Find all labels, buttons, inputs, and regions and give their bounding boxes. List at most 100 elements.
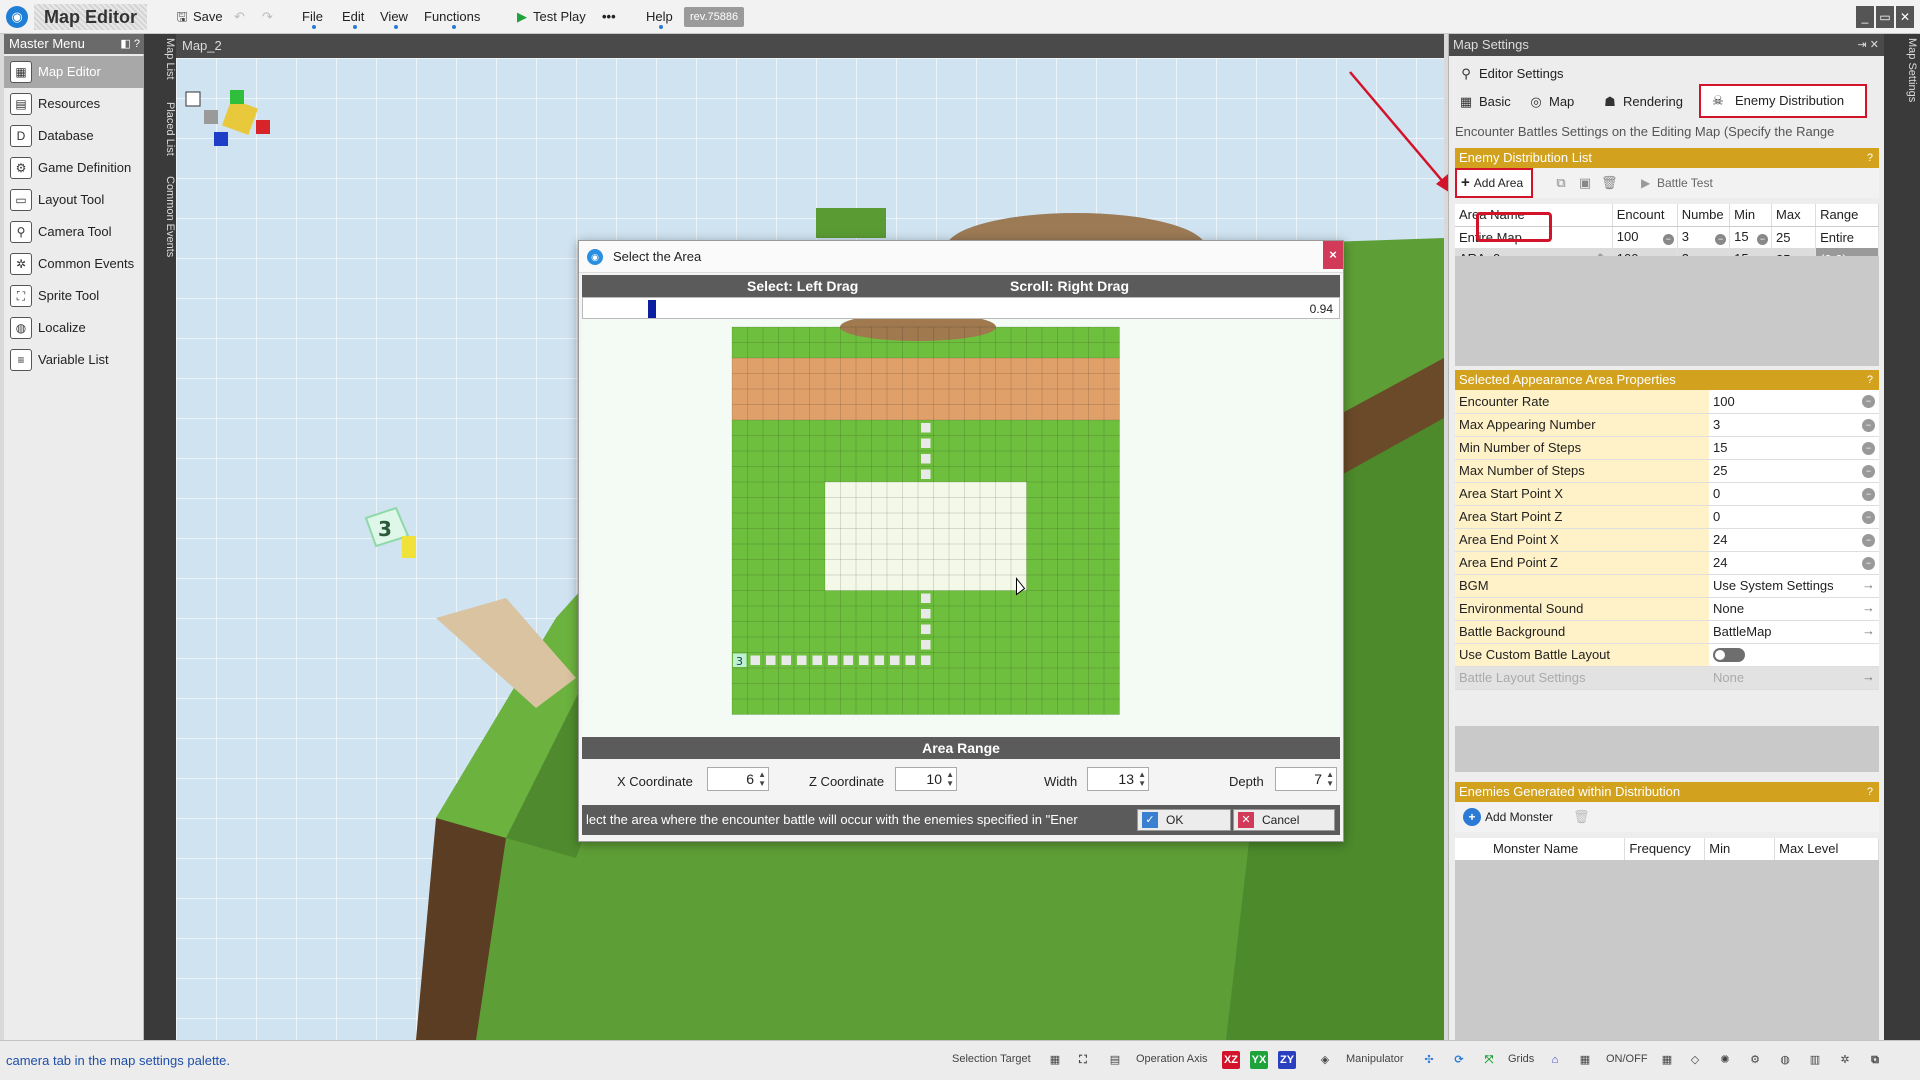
minus-icon[interactable]: − <box>1862 510 1875 524</box>
property-row[interactable]: Battle Layout Settings None → <box>1455 666 1879 690</box>
property-row[interactable]: Area Start Point Z 0− <box>1455 505 1879 529</box>
editor-settings-tab[interactable]: ⚲ Editor Settings <box>1455 62 1563 86</box>
property-value[interactable]: 24− <box>1709 528 1879 552</box>
grid-toggle-icon[interactable]: ▦ <box>1658 1051 1676 1069</box>
menu-functions[interactable]: Functions <box>420 5 484 29</box>
close-window-button[interactable]: ✕ <box>1896 6 1914 28</box>
minus-icon[interactable]: − <box>1757 234 1769 246</box>
tab-map[interactable]: ◎ Map <box>1525 90 1574 114</box>
redo-button[interactable]: ↷ <box>258 5 277 29</box>
menu-file[interactable]: File <box>298 5 327 29</box>
z-coordinate-input[interactable]: 10 ▲ ▼ <box>895 767 957 791</box>
minimize-button[interactable]: _ <box>1856 6 1874 28</box>
target-object-icon[interactable]: ⛶ <box>1074 1051 1092 1069</box>
menu-help[interactable]: Help <box>642 5 677 29</box>
globe-icon[interactable]: ◍ <box>1776 1051 1794 1069</box>
master-menu-item-game-definition[interactable]: ⚙ Game Definition <box>4 152 144 184</box>
property-value[interactable]: None → <box>1709 666 1879 690</box>
help-icon[interactable]: ? <box>1867 370 1873 390</box>
arrow-right-icon[interactable]: → <box>1862 600 1875 615</box>
target-tile-icon[interactable]: ▦ <box>1046 1051 1064 1069</box>
spinner-icon[interactable]: ▲ ▼ <box>946 770 954 788</box>
arrow-right-icon[interactable]: → <box>1862 577 1875 592</box>
target-layer-icon[interactable]: ▤ <box>1106 1051 1124 1069</box>
minus-icon[interactable]: − <box>1862 395 1875 408</box>
property-row[interactable]: Max Number of Steps 25− <box>1455 459 1879 483</box>
master-menu-item-sprite-tool[interactable]: ⛶ Sprite Tool <box>4 280 144 312</box>
property-value[interactable]: 25− <box>1709 459 1879 483</box>
dist-column-header[interactable]: Numbe <box>1677 204 1731 227</box>
manipulator-icon[interactable]: ◈ <box>1316 1051 1334 1069</box>
side-tab-map-settings[interactable]: Map Settings <box>1886 38 1918 102</box>
move-gizmo-icon[interactable]: ✣ <box>1420 1051 1438 1069</box>
menu-view[interactable]: View <box>376 5 412 29</box>
master-menu-item-camera-tool[interactable]: ⚲ Camera Tool <box>4 216 144 248</box>
arrow-right-icon[interactable]: → <box>1862 669 1875 684</box>
toggle-switch[interactable] <box>1713 648 1745 663</box>
grid-icon[interactable]: ▦ <box>1576 1051 1594 1069</box>
property-value[interactable]: 0− <box>1709 482 1879 506</box>
map-tab[interactable]: Map_2 <box>176 34 1444 58</box>
property-value[interactable]: 24− <box>1709 551 1879 575</box>
minus-icon[interactable]: − <box>1862 556 1875 570</box>
minus-icon[interactable]: − <box>1715 234 1727 246</box>
property-value[interactable]: 15− <box>1709 436 1879 460</box>
minus-icon[interactable]: − <box>1862 418 1875 432</box>
panel-controls[interactable]: ◧ ? <box>120 34 140 54</box>
side-tab-map-list[interactable]: Map List <box>144 38 176 80</box>
minus-icon[interactable]: − <box>1862 533 1875 547</box>
property-value[interactable]: Use System Settings → <box>1709 574 1879 598</box>
master-menu-item-resources[interactable]: ▤ Resources <box>4 88 144 120</box>
dialog-close-button[interactable]: × <box>1323 241 1343 269</box>
arrow-right-icon[interactable]: → <box>1862 623 1875 638</box>
minus-icon[interactable]: − <box>1862 464 1875 478</box>
property-value[interactable]: BattleMap → <box>1709 620 1879 644</box>
paste-icon[interactable]: ▣ <box>1577 175 1593 191</box>
property-value[interactable]: None → <box>1709 597 1879 621</box>
property-row[interactable]: Max Appearing Number 3− <box>1455 413 1879 437</box>
help-icon[interactable]: ? <box>1867 782 1873 802</box>
ok-button[interactable]: ✓ OK <box>1137 809 1231 831</box>
master-menu-item-localize[interactable]: ◍ Localize <box>4 312 144 344</box>
undo-button[interactable]: ↶ <box>230 5 249 29</box>
master-menu-item-variable-list[interactable]: ≡ Variable List <box>4 344 144 376</box>
property-row[interactable]: Use Custom Battle Layout <box>1455 643 1879 667</box>
axis-yx-button[interactable]: YX <box>1250 1051 1268 1069</box>
light-icon[interactable]: ✺ <box>1716 1051 1734 1069</box>
side-tab-placed-list[interactable]: Placed List <box>144 102 176 156</box>
axis-xz-button[interactable]: XZ <box>1222 1051 1240 1069</box>
property-row[interactable]: Area End Point Z 24− <box>1455 551 1879 575</box>
maximize-button[interactable]: ▭ <box>1876 6 1894 28</box>
spinner-icon[interactable]: ▲ ▼ <box>1138 770 1146 788</box>
gear-icon[interactable]: ⚙ <box>1746 1051 1764 1069</box>
zoom-slider[interactable]: 0.94 <box>582 297 1340 319</box>
property-row[interactable]: Environmental Sound None → <box>1455 597 1879 621</box>
property-value[interactable] <box>1709 643 1879 667</box>
x-coordinate-input[interactable]: 6 ▲ ▼ <box>707 767 769 791</box>
dist-column-header[interactable]: Min <box>1729 204 1773 227</box>
more-button[interactable]: ••• <box>598 5 620 29</box>
axis-zy-button[interactable]: ZY <box>1278 1051 1296 1069</box>
master-menu-item-common-events[interactable]: ✲ Common Events <box>4 248 144 280</box>
save-button[interactable]: 🖫 Save <box>170 5 227 29</box>
master-menu-item-map-editor[interactable]: ▦ Map Editor <box>4 56 144 88</box>
battle-test-button[interactable]: ▶ Battle Test <box>1639 171 1713 195</box>
delete-icon[interactable]: 🗑 <box>1573 809 1590 825</box>
cancel-button[interactable]: ✕ Cancel <box>1233 809 1335 831</box>
add-area-button[interactable]: + Add Area <box>1455 168 1534 198</box>
dist-column-header[interactable]: Range <box>1815 204 1879 227</box>
rotate-gizmo-icon[interactable]: ⟳ <box>1450 1051 1468 1069</box>
tab-rendering[interactable]: ☗ Rendering <box>1599 90 1683 114</box>
monster-column-header[interactable]: Min <box>1704 838 1776 861</box>
dist-column-header[interactable]: Max <box>1771 204 1817 227</box>
help-icon[interactable]: ? <box>1867 148 1873 168</box>
monster-column-header[interactable]: Monster Name <box>1455 838 1626 861</box>
side-tab-common-events[interactable]: Common Events <box>144 176 176 257</box>
copy-icon[interactable]: ⧉ <box>1553 175 1569 191</box>
tab-basic[interactable]: ▦ Basic <box>1455 90 1511 114</box>
property-value[interactable]: 3− <box>1709 413 1879 437</box>
delete-icon[interactable]: 🗑 <box>1601 175 1618 191</box>
dist-column-header[interactable]: Encount <box>1612 204 1678 227</box>
minus-icon[interactable]: − <box>1662 234 1674 246</box>
event-icon[interactable]: ✲ <box>1836 1051 1854 1069</box>
